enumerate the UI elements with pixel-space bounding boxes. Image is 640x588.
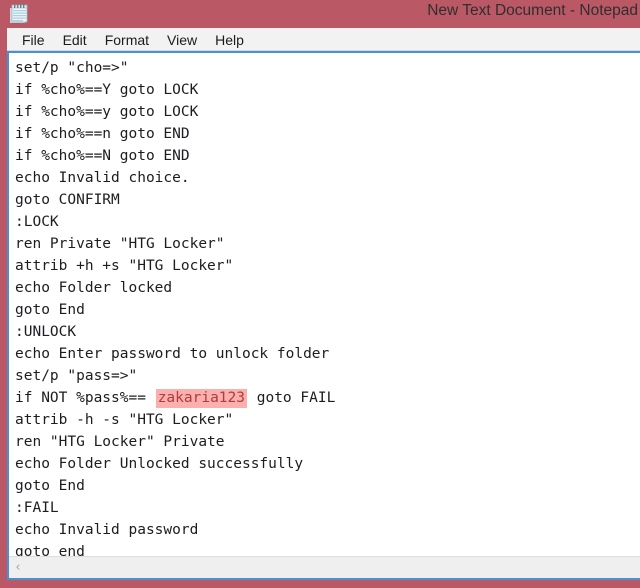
scrollbar-track[interactable]: [27, 557, 640, 578]
notepad-window: New Text Document - Notepad File Edit Fo…: [0, 0, 640, 588]
menu-bar: File Edit Format View Help: [7, 28, 640, 51]
code-line: if NOT %pass%== zakaria123 goto FAIL: [15, 389, 336, 408]
code-line: set/p "pass=>": [15, 368, 138, 384]
title-bar[interactable]: New Text Document - Notepad: [0, 0, 640, 28]
code-line: if %cho%==n goto END: [15, 126, 190, 142]
code-line: attrib -h -s "HTG Locker": [15, 412, 234, 428]
highlighted-password: zakaria123: [155, 389, 247, 408]
code-line: if %cho%==N goto END: [15, 148, 190, 164]
code-line: :UNLOCK: [15, 324, 77, 340]
menu-items: File Edit Format View Help: [13, 30, 253, 50]
code-line: ren Private "HTG Locker": [15, 236, 225, 252]
menu-item-help[interactable]: Help: [206, 30, 253, 50]
menu-item-edit[interactable]: Edit: [54, 30, 96, 50]
text-editor-area[interactable]: set/p "cho=>" if %cho%==Y goto LOCK if %ch…: [9, 53, 640, 556]
menu-item-file[interactable]: File: [13, 30, 54, 50]
code-line: goto End: [15, 302, 85, 318]
horizontal-scrollbar[interactable]: ‹: [9, 556, 640, 578]
code-line: :LOCK: [15, 214, 59, 230]
menu-item-view[interactable]: View: [158, 30, 206, 50]
code-line: echo Folder Unlocked successfully: [15, 456, 304, 472]
code-line: set/p "cho=>": [15, 60, 129, 76]
code-line: if %cho%==y goto LOCK: [15, 104, 199, 120]
code-line: attrib +h +s "HTG Locker": [15, 258, 234, 274]
menu-item-format[interactable]: Format: [96, 30, 158, 50]
editor-frame: set/p "cho=>" if %cho%==Y goto LOCK if %ch…: [7, 51, 640, 580]
code-line: echo Invalid choice.: [15, 170, 190, 186]
code-line: if %cho%==Y goto LOCK: [15, 82, 199, 98]
scroll-left-arrow-icon[interactable]: ‹: [9, 557, 27, 578]
code-line: :FAIL: [15, 500, 59, 516]
code-line: echo Enter password to unlock folder: [15, 346, 330, 362]
code-line: echo Folder locked: [15, 280, 173, 296]
window-title: New Text Document - Notepad: [427, 2, 638, 19]
code-line: goto CONFIRM: [15, 192, 120, 208]
code-line: goto End: [15, 478, 85, 494]
code-line: ren "HTG Locker" Private: [15, 434, 225, 450]
code-line: echo Invalid password: [15, 522, 199, 538]
code-line: goto end: [15, 544, 85, 556]
